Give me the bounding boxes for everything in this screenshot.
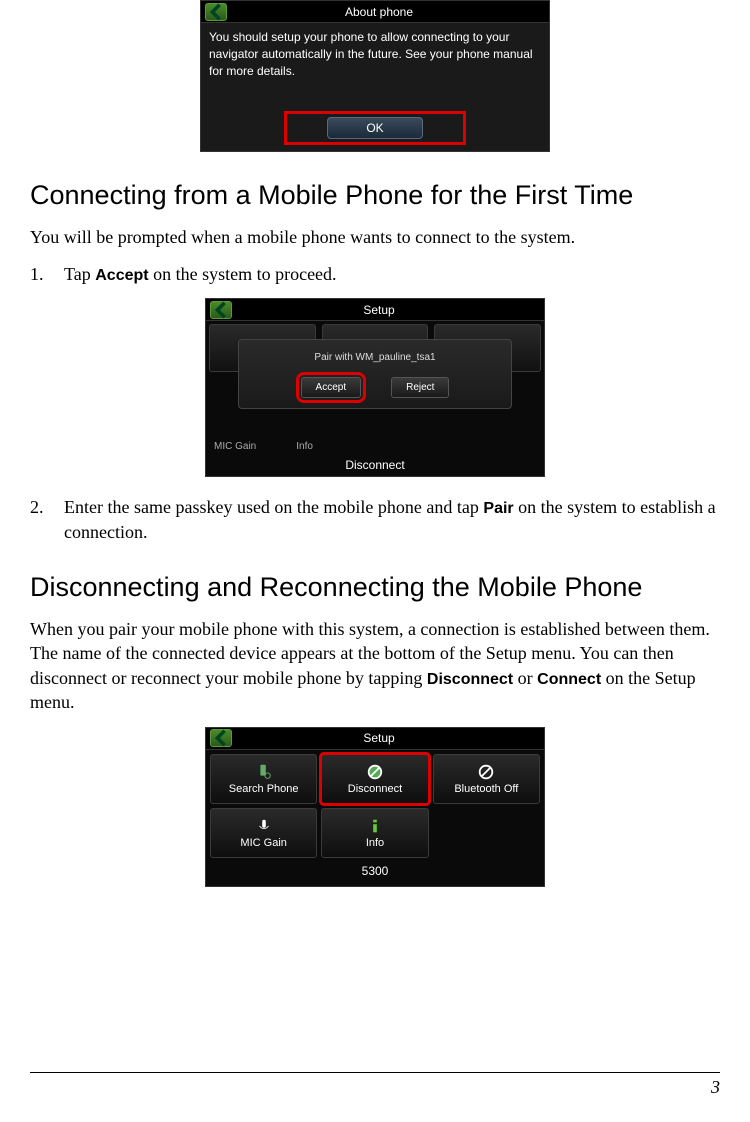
- search-phone-button[interactable]: Search Phone: [210, 754, 317, 804]
- step-1-text-a: Tap: [64, 264, 95, 284]
- intro-connecting-text: You will be prompted when a mobile phone…: [30, 225, 720, 249]
- back-button[interactable]: [210, 729, 232, 747]
- back-button[interactable]: [205, 3, 227, 21]
- page-footer: 3: [30, 1072, 720, 1098]
- heading-disconnect: Disconnecting and Reconnecting the Mobil…: [30, 572, 720, 603]
- para-disconnect-bold1: Disconnect: [427, 671, 513, 688]
- setup-grid-titlebar: Setup: [206, 728, 544, 750]
- ok-button-highlight: OK: [284, 111, 465, 145]
- info-button[interactable]: Info: [321, 808, 428, 858]
- step-1: 1. Tap Accept on the system to proceed.: [30, 262, 720, 287]
- bluetooth-off-label: Bluetooth Off: [454, 783, 518, 795]
- step-1-number: 1.: [30, 262, 64, 287]
- phone-search-icon: [255, 763, 273, 781]
- setup-pair-screenshot: Setup S f MIC Gain Info Disconnect Pair …: [205, 298, 545, 477]
- step-2: 2. Enter the same passkey used on the mo…: [30, 495, 720, 544]
- bluetooth-off-button[interactable]: Bluetooth Off: [433, 754, 540, 804]
- step-2-number: 2.: [30, 495, 64, 544]
- mic-gain-label: MIC Gain: [214, 441, 256, 452]
- info-label: Info: [296, 441, 313, 452]
- step-1-text-b: on the system to proceed.: [149, 264, 337, 284]
- step-1-accept-bold: Accept: [95, 267, 148, 284]
- mic-icon: [255, 817, 273, 835]
- disconnect-icon: [366, 763, 384, 781]
- page-number: 3: [711, 1077, 720, 1097]
- setup-titlebar: Setup: [206, 299, 544, 321]
- ok-button[interactable]: OK: [327, 117, 422, 139]
- about-phone-screenshot: About phone You should setup your phone …: [200, 0, 550, 152]
- info-icon: [366, 817, 384, 835]
- pair-dialog: Pair with WM_pauline_tsa1 Accept Reject: [238, 339, 512, 409]
- setup-grid-body: Search Phone Disconnect Bluetooth Off MI…: [206, 750, 544, 886]
- connected-device-name: 5300: [208, 860, 542, 884]
- step-1-text: Tap Accept on the system to proceed.: [64, 262, 720, 287]
- setup-disconnect-label: Disconnect: [206, 458, 544, 472]
- about-phone-body: You should setup your phone to allow con…: [201, 23, 549, 91]
- mic-gain-button[interactable]: MIC Gain: [210, 808, 317, 858]
- background-labels: MIC Gain Info: [214, 441, 313, 452]
- para-disconnect: When you pair your mobile phone with thi…: [30, 617, 720, 714]
- disconnect-label: Disconnect: [348, 783, 402, 795]
- accept-button[interactable]: Accept: [301, 377, 362, 398]
- search-phone-label: Search Phone: [229, 783, 299, 795]
- para-disconnect-mid: or: [513, 668, 537, 688]
- step-2-pair-bold: Pair: [483, 500, 513, 517]
- reject-button[interactable]: Reject: [391, 377, 449, 398]
- info-label: Info: [366, 837, 384, 849]
- disconnect-button[interactable]: Disconnect: [321, 754, 428, 804]
- about-phone-title: About phone: [231, 5, 527, 19]
- bluetooth-off-icon: [477, 763, 495, 781]
- step-2-text: Enter the same passkey used on the mobil…: [64, 495, 720, 544]
- pair-dialog-title: Pair with WM_pauline_tsa1: [247, 352, 503, 363]
- step-2-text-a: Enter the same passkey used on the mobil…: [64, 497, 483, 517]
- para-disconnect-bold2: Connect: [537, 671, 601, 688]
- setup-pair-body: S f MIC Gain Info Disconnect Pair with W…: [206, 321, 544, 476]
- setup-grid-title: Setup: [236, 731, 522, 745]
- setup-title: Setup: [236, 303, 522, 317]
- heading-connecting: Connecting from a Mobile Phone for the F…: [30, 180, 720, 211]
- mic-gain-label: MIC Gain: [240, 837, 286, 849]
- setup-grid-screenshot: Setup Search Phone Disconnect Bluetooth …: [205, 727, 545, 887]
- about-phone-titlebar: About phone: [201, 1, 549, 23]
- back-button[interactable]: [210, 301, 232, 319]
